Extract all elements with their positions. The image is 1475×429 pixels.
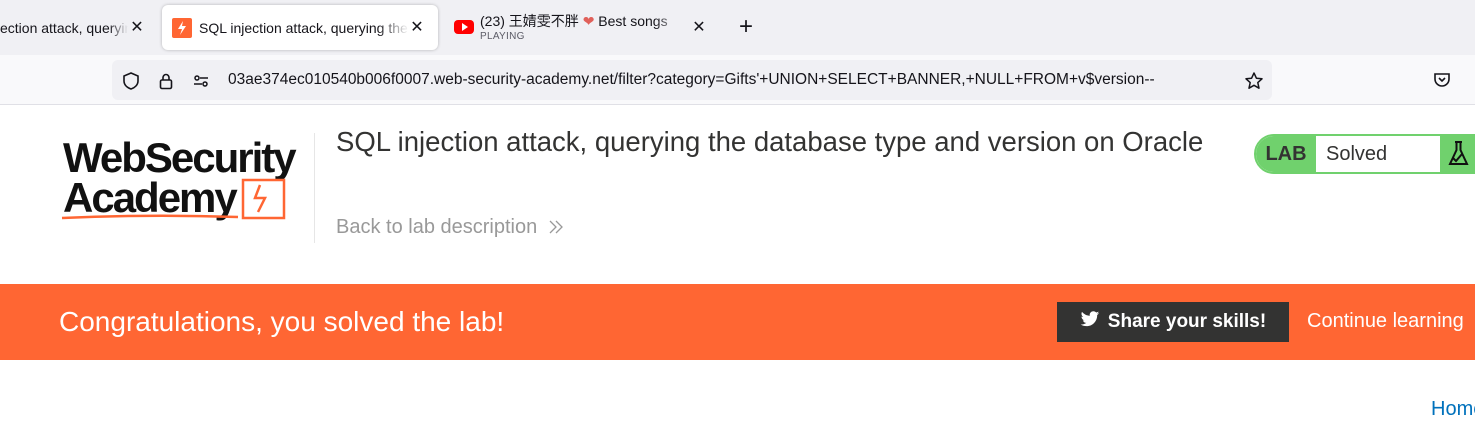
url-text[interactable]: 03ae374ec010540b006f0007.web-security-ac…: [228, 71, 1238, 89]
tab-playing-label: PLAYING: [480, 31, 525, 42]
tab-close-icon[interactable]: ✕: [690, 19, 708, 37]
tab-title: SQL injection attack, querying the: [199, 19, 408, 36]
browser-tab-youtube[interactable]: (23) 王婧雯不胖 ❤ Best songs PLAYING ✕: [446, 5, 716, 50]
header-divider: [314, 133, 315, 243]
share-skills-label: Share your skills!: [1107, 311, 1267, 332]
back-to-lab-description-link[interactable]: Back to lab description: [336, 216, 564, 239]
browser-nav-bar: 03ae374ec010540b006f0007.web-security-ac…: [0, 55, 1475, 105]
shield-icon[interactable]: [121, 71, 141, 91]
congratulations-message: Congratulations, you solved the lab!: [59, 306, 505, 337]
solved-banner: Congratulations, you solved the lab! Sha…: [0, 284, 1475, 360]
tab-title: ection attack, querying the: [0, 19, 128, 36]
browser-tab-strip: ection attack, querying the ✕ SQL inject…: [0, 0, 1475, 55]
tab-close-icon[interactable]: ✕: [128, 19, 146, 37]
share-skills-button[interactable]: Share your skills!: [1057, 302, 1289, 342]
url-bar[interactable]: 03ae374ec010540b006f0007.web-security-ac…: [112, 60, 1272, 100]
bookmark-star-icon[interactable]: [1244, 71, 1264, 91]
tab-title: (23) 王婧雯不胖 ❤ Best songs: [480, 13, 668, 29]
tab-close-icon[interactable]: ✕: [408, 19, 426, 37]
web-security-academy-logo[interactable]: WebSecurity Academy: [60, 130, 310, 225]
lab-status-widget: LAB Solved: [1254, 134, 1475, 174]
twitter-icon: [1080, 310, 1100, 334]
heart-icon: ❤: [582, 13, 595, 29]
home-nav-link[interactable]: Home: [1431, 398, 1475, 421]
lab-status-tag: LAB: [1256, 136, 1316, 172]
site-permissions-icon[interactable]: [191, 71, 211, 91]
lab-status-value: Solved: [1326, 143, 1388, 165]
pocket-icon[interactable]: [1432, 70, 1452, 90]
double-chevron-right-icon: [543, 217, 564, 237]
continue-learning-label: Continue learning: [1307, 310, 1464, 332]
youtube-favicon-icon: [454, 20, 474, 34]
browser-tab-1[interactable]: ection attack, querying the ✕: [0, 5, 155, 50]
continue-learning-link[interactable]: Continue learning: [1307, 310, 1475, 333]
page-title: SQL injection attack, querying the datab…: [336, 126, 1204, 157]
flask-icon: [1440, 136, 1473, 172]
burp-favicon-icon: [172, 18, 192, 38]
browser-tab-active[interactable]: SQL injection attack, querying the ✕: [162, 5, 438, 50]
back-link-label: Back to lab description: [336, 216, 538, 238]
chevron-right-icon: [1469, 310, 1475, 332]
lock-icon[interactable]: [156, 71, 176, 91]
logo-line2: Academy: [63, 174, 238, 221]
new-tab-button[interactable]: +: [734, 14, 758, 40]
